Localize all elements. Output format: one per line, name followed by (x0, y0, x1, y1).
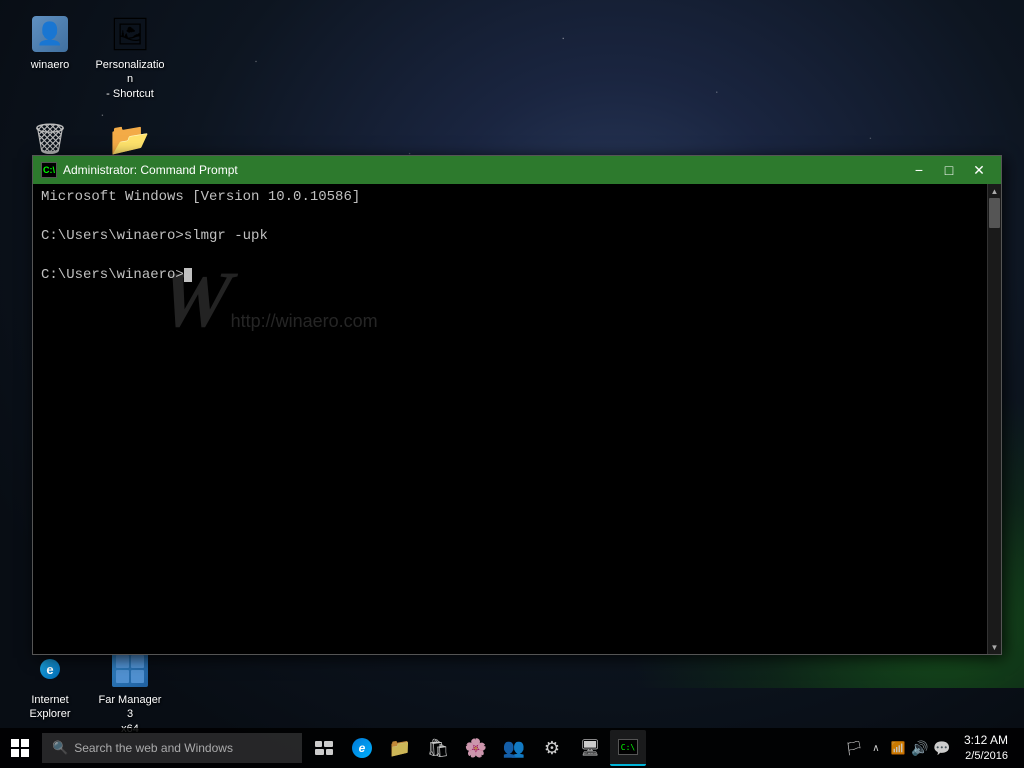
volume-icon[interactable]: 🔊 (910, 730, 930, 766)
chevron-icon[interactable]: ∧ (866, 730, 886, 766)
cmd-command-1: slmgr -upk (184, 228, 268, 244)
task-view-button[interactable] (306, 730, 342, 766)
notification-area: 🏳 ∧ 📶 🔊 💬 (844, 730, 952, 766)
scroll-up-arrow[interactable]: ▲ (988, 184, 1002, 198)
close-button[interactable]: ✕ (965, 160, 993, 180)
cmd-scrollbar: ▲ ▼ (987, 184, 1001, 654)
cmd-title: Administrator: Command Prompt (63, 163, 905, 177)
cmd-window: C:\ Administrator: Command Prompt − □ ✕ … (32, 155, 1002, 655)
personalization-icon: 🖼 (110, 14, 150, 54)
settings-button[interactable]: ⚙ (534, 730, 570, 766)
cmd-line-3: C:\Users\winaero> (41, 266, 979, 286)
maximize-button[interactable]: □ (935, 160, 963, 180)
start-button[interactable] (0, 728, 40, 768)
folder-icon: 📂 (110, 119, 150, 159)
cmd-line-1: Microsoft Windows [Version 10.0.10586] (41, 188, 979, 208)
edge-button[interactable]: e (344, 730, 380, 766)
scrollbar-thumb[interactable] (989, 198, 1000, 228)
clock-date: 2/5/2016 (965, 749, 1008, 764)
search-icon: 🔍 (52, 740, 68, 756)
cmd-titlebar: C:\ Administrator: Command Prompt − □ ✕ (33, 156, 1001, 184)
network-icon[interactable]: 📶 (888, 730, 908, 766)
cmd-output-1: Microsoft Windows [Version 10.0.10586] (41, 189, 360, 205)
far-manager-icon (110, 649, 150, 689)
desktop-icon-far-manager[interactable]: Far Manager 3x64 (90, 645, 170, 740)
cmd-prompt-1: C:\Users\winaero> (41, 228, 184, 244)
notification-icon[interactable]: 💬 (932, 730, 952, 766)
winaero-icon: 👤 (30, 14, 70, 54)
cmd-line-2: C:\Users\winaero>slmgr -upk (41, 227, 979, 247)
people-button[interactable]: 👥 (496, 730, 532, 766)
taskbar: 🔍 Search the web and Windows e 📁 🛍 (0, 728, 1024, 768)
photos-button[interactable]: 🌸 (458, 730, 494, 766)
taskbar-middle: e 📁 🛍 🌸 👥 ⚙ 🖥 C:\ (306, 730, 844, 766)
cmd-window-icon: C:\ (41, 162, 57, 178)
control-panel-button[interactable]: 🖥 (572, 730, 608, 766)
winaero-label: winaero (31, 58, 70, 72)
desktop-icon-winaero[interactable]: 👤 winaero (10, 10, 90, 76)
cmd-content[interactable]: Microsoft Windows [Version 10.0.10586] C… (33, 184, 987, 654)
cmd-prompt-2: C:\Users\winaero> (41, 267, 184, 283)
personalization-label: Personalization - Shortcut (94, 58, 166, 101)
windows-logo (11, 739, 29, 757)
scroll-down-arrow[interactable]: ▼ (988, 640, 1002, 654)
cmd-line-blank1 (41, 208, 979, 228)
file-explorer-button[interactable]: 📁 (382, 730, 418, 766)
store-button[interactable]: 🛍 (420, 730, 456, 766)
minimize-button[interactable]: − (905, 160, 933, 180)
desktop: 👤 winaero 🖼 Personalization - Shortcut 🗑… (0, 0, 1024, 768)
cmd-body: Microsoft Windows [Version 10.0.10586] C… (33, 184, 1001, 654)
cursor-blink (184, 268, 192, 282)
clock-time: 3:12 AM (964, 732, 1008, 749)
cmd-line-blank2 (41, 247, 979, 267)
flag-icon[interactable]: 🏳 (844, 730, 864, 766)
cmd-taskbar-button[interactable]: C:\ (610, 730, 646, 766)
recycle-bin-icon: 🗑 (30, 119, 70, 159)
search-bar[interactable]: 🔍 Search the web and Windows (42, 733, 302, 763)
window-controls: − □ ✕ (905, 160, 993, 180)
scrollbar-track[interactable] (988, 198, 1001, 640)
taskbar-right: 🏳 ∧ 📶 🔊 💬 3:12 AM 2/5/2016 (844, 730, 1024, 766)
ie-label: InternetExplorer (30, 693, 71, 722)
clock[interactable]: 3:12 AM 2/5/2016 (956, 732, 1016, 764)
desktop-icon-personalization[interactable]: 🖼 Personalization - Shortcut (90, 10, 170, 105)
internet-explorer-icon: e (30, 649, 70, 689)
search-placeholder: Search the web and Windows (74, 741, 233, 755)
desktop-icon-ie[interactable]: e InternetExplorer (10, 645, 90, 726)
